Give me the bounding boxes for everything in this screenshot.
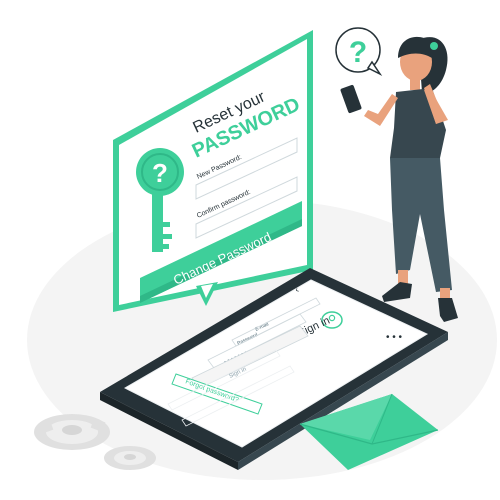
gear-icon bbox=[34, 414, 110, 450]
small-gear-icon bbox=[104, 446, 156, 470]
hair-tie bbox=[430, 42, 438, 50]
question-bubble-icon: ? bbox=[335, 27, 383, 76]
password-reset-illustration: Reset your PASSWORD New Password: Confir… bbox=[27, 27, 497, 480]
question-mark: ? bbox=[349, 36, 367, 69]
reset-password-card: Reset your PASSWORD New Password: Confir… bbox=[113, 30, 313, 312]
key-question-mark: ? bbox=[152, 158, 168, 188]
more-options-icon[interactable]: • • • bbox=[386, 332, 403, 343]
handheld-phone-icon bbox=[340, 84, 362, 114]
